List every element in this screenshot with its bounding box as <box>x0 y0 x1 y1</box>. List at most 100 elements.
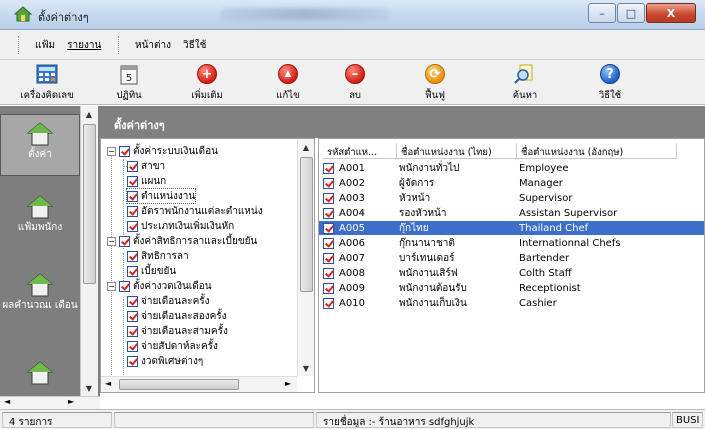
tree-node[interactable]: อัตราพนักงานแต่ละตำแหน่ง <box>127 204 263 218</box>
cell-code: A002 <box>339 177 365 189</box>
checklist-icon <box>127 265 138 277</box>
grid-header: รหัสตำแห... ชื่อตำแหน่งงาน (ไทย) ชื่อตำแ… <box>319 143 704 159</box>
collapse-icon[interactable]: − <box>107 236 116 246</box>
checklist-icon <box>323 298 334 309</box>
search-icon <box>514 63 536 85</box>
menu-report[interactable]: รายงาน <box>67 38 101 53</box>
checklist-icon <box>127 205 138 217</box>
delete-button[interactable]: – ลบ <box>320 63 390 103</box>
table-row[interactable]: A008 พนักงานเสิร์ฟ Colth Staff <box>319 266 704 280</box>
checklist-icon <box>323 268 334 279</box>
column-header-name-th[interactable]: ชื่อตำแหน่งงาน (ไทย) <box>397 143 517 159</box>
tree-hscrollbar[interactable]: ◄ ► <box>101 376 297 392</box>
refresh-glyph: ⟳ <box>425 64 445 84</box>
help-label: วิธีใช้ <box>598 90 622 101</box>
scroll-right-icon[interactable]: ► <box>68 397 74 406</box>
nav-scroll-thumb[interactable] <box>83 124 96 284</box>
tree-node-focused[interactable]: ตำแหน่งงาน <box>125 188 197 204</box>
menu-help[interactable]: วิธีใช้ <box>183 38 206 53</box>
checklist-icon <box>323 163 334 174</box>
tree-hscroll-thumb[interactable] <box>119 379 239 390</box>
cell-name-en: Thailand Chef <box>519 222 589 234</box>
nav-item-employee[interactable]: แฟ้มพนักง <box>0 194 80 254</box>
tree-scrollbar[interactable]: ▲ ▼ <box>297 139 314 376</box>
close-button[interactable]: X <box>646 3 696 23</box>
checklist-icon <box>127 250 138 262</box>
checklist-icon <box>127 175 138 187</box>
maximize-button[interactable]: □ <box>617 3 645 23</box>
tree-node[interactable]: จ่ายเดือนละสองครั้ง <box>127 309 227 323</box>
column-header-name-en[interactable]: ชื่อตำแหน่งงาน (อังกฤษ) <box>517 143 677 159</box>
column-header-code[interactable]: รหัสตำแห... <box>323 143 397 159</box>
edit-button[interactable]: ▲ แก้ไข <box>253 63 323 103</box>
scroll-left-icon[interactable]: ◄ <box>4 397 10 406</box>
tree-node[interactable]: จ่ายสัปดาห์ละครั้ง <box>127 339 218 353</box>
tree-node[interactable]: สิทธิการลา <box>127 249 189 263</box>
tree-node[interactable]: เบี้ยขยัน <box>127 264 176 278</box>
menu-grip <box>118 36 121 54</box>
refresh-button[interactable]: ⟳ ฟื้นฟู <box>400 63 470 103</box>
scroll-left-icon[interactable]: ◄ <box>105 379 111 388</box>
tree-node[interactable]: สาขา <box>123 159 165 173</box>
scroll-right-icon[interactable]: ► <box>285 379 291 388</box>
add-button[interactable]: + เพิ่มเติม <box>172 63 242 103</box>
nav-label-results: ผลคำนวณเ เดือน <box>2 300 78 311</box>
nav-scrollbar[interactable]: ▲ ▼ <box>80 106 98 396</box>
table-row[interactable]: A006 กุ๊กนานาชาติ Internationnal Chefs <box>319 236 704 250</box>
table-row[interactable]: A009 พนักงานต้อนรับ Receptionist <box>319 281 704 295</box>
table-row[interactable]: A001 พนักงานทั่วไป Employee <box>319 161 704 175</box>
checklist-icon <box>119 145 130 157</box>
cell-name-th: ผู้จัดการ <box>399 177 435 189</box>
scroll-down-icon[interactable]: ▼ <box>298 360 314 376</box>
nav-item-partial[interactable] <box>0 360 80 390</box>
cell-name-en: Supervisor <box>519 192 573 204</box>
checklist-icon <box>127 190 138 202</box>
table-row[interactable]: A003 หัวหน้า Supervisor <box>319 191 704 205</box>
tree-node[interactable]: − ตั้งค่างวดเงินเดือน <box>107 279 212 293</box>
minimize-button[interactable]: – <box>588 3 616 23</box>
table-row[interactable]: A005 กุ๊กไทย Thailand Chef <box>319 221 704 235</box>
scroll-up-icon[interactable]: ▲ <box>81 106 97 122</box>
search-button[interactable]: ค้นหา <box>490 63 560 103</box>
window-title: ตั้งค่าต่างๆ <box>38 11 89 24</box>
table-row[interactable]: A010 พนักงานเก็บเงิน Cashier <box>319 296 704 310</box>
checklist-icon <box>127 220 138 232</box>
help-button[interactable]: ? วิธีใช้ <box>575 63 645 103</box>
nav-hscrollbar[interactable]: ◄ ► <box>0 396 100 409</box>
tree-node[interactable]: งวดพิเศษต่างๆ <box>127 354 203 368</box>
table-row[interactable]: A002 ผู้จัดการ Manager <box>319 176 704 190</box>
tree-node[interactable]: แผนก <box>127 174 166 188</box>
tree-node[interactable]: ประเภทเงินเพิ่มเงินหัก <box>127 219 234 233</box>
menu-window[interactable]: หน้าต่าง <box>135 38 171 53</box>
calendar-label: ปฏิทิน <box>116 90 142 101</box>
cell-name-th: พนักงานเสิร์ฟ <box>399 267 458 279</box>
cell-name-en: Receptionist <box>519 282 581 294</box>
cell-name-en: Internationnal Chefs <box>519 237 621 249</box>
cell-name-en: Colth Staff <box>519 267 572 279</box>
scroll-down-icon[interactable]: ▼ <box>81 380 97 396</box>
table-row[interactable]: A007 บาร์เทนเดอร์ Bartender <box>319 251 704 265</box>
scroll-up-icon[interactable]: ▲ <box>298 139 314 155</box>
cell-name-en: Manager <box>519 177 563 189</box>
help-icon: ? <box>599 63 621 85</box>
title-bar: ตั้งค่าต่างๆ – □ X <box>0 0 705 30</box>
tree-node[interactable]: จ่ายเดือนละสามครั้ง <box>127 324 228 338</box>
tree-node[interactable]: จ่ายเดือนละครั้ง <box>127 294 210 308</box>
settings-tree: − ตั้งค่าระบบเงินเดือน สาขา แผนก ตำแหน่งง… <box>100 138 315 393</box>
calendar-glyph: 5 <box>126 73 132 84</box>
tree-node[interactable]: − ตั้งค่าสิทธิการลาและเบี้ยขยัน <box>107 234 257 248</box>
position-grid: รหัสตำแห... ชื่อตำแหน่งงาน (ไทย) ชื่อตำแ… <box>318 138 705 393</box>
nav-item-results[interactable]: ผลคำนวณเ เดือน <box>0 272 80 342</box>
tree-scroll-thumb[interactable] <box>300 157 313 292</box>
table-row[interactable]: A004 รองหัวหน้า Assistan Supervisor <box>319 206 704 220</box>
nav-item-settings[interactable]: ตั้งค่า <box>0 114 80 176</box>
menu-file[interactable]: แฟ้ม <box>35 38 55 53</box>
menu-bar: แฟ้ม รายงาน หน้าต่าง วิธีใช้ <box>0 30 705 60</box>
status-bar: 4 รายการ รายชื่อมูล :- ร้านอาหาร sdfghju… <box>0 409 705 429</box>
collapse-icon[interactable]: − <box>107 146 116 156</box>
calculator-button[interactable]: เครื่องคิดเลข <box>12 63 82 103</box>
tree-node[interactable]: − ตั้งค่าระบบเงินเดือน <box>107 144 218 158</box>
delete-icon: – <box>344 63 366 85</box>
collapse-icon[interactable]: − <box>107 281 116 291</box>
calendar-button[interactable]: 5 ปฏิทิน <box>94 63 164 103</box>
